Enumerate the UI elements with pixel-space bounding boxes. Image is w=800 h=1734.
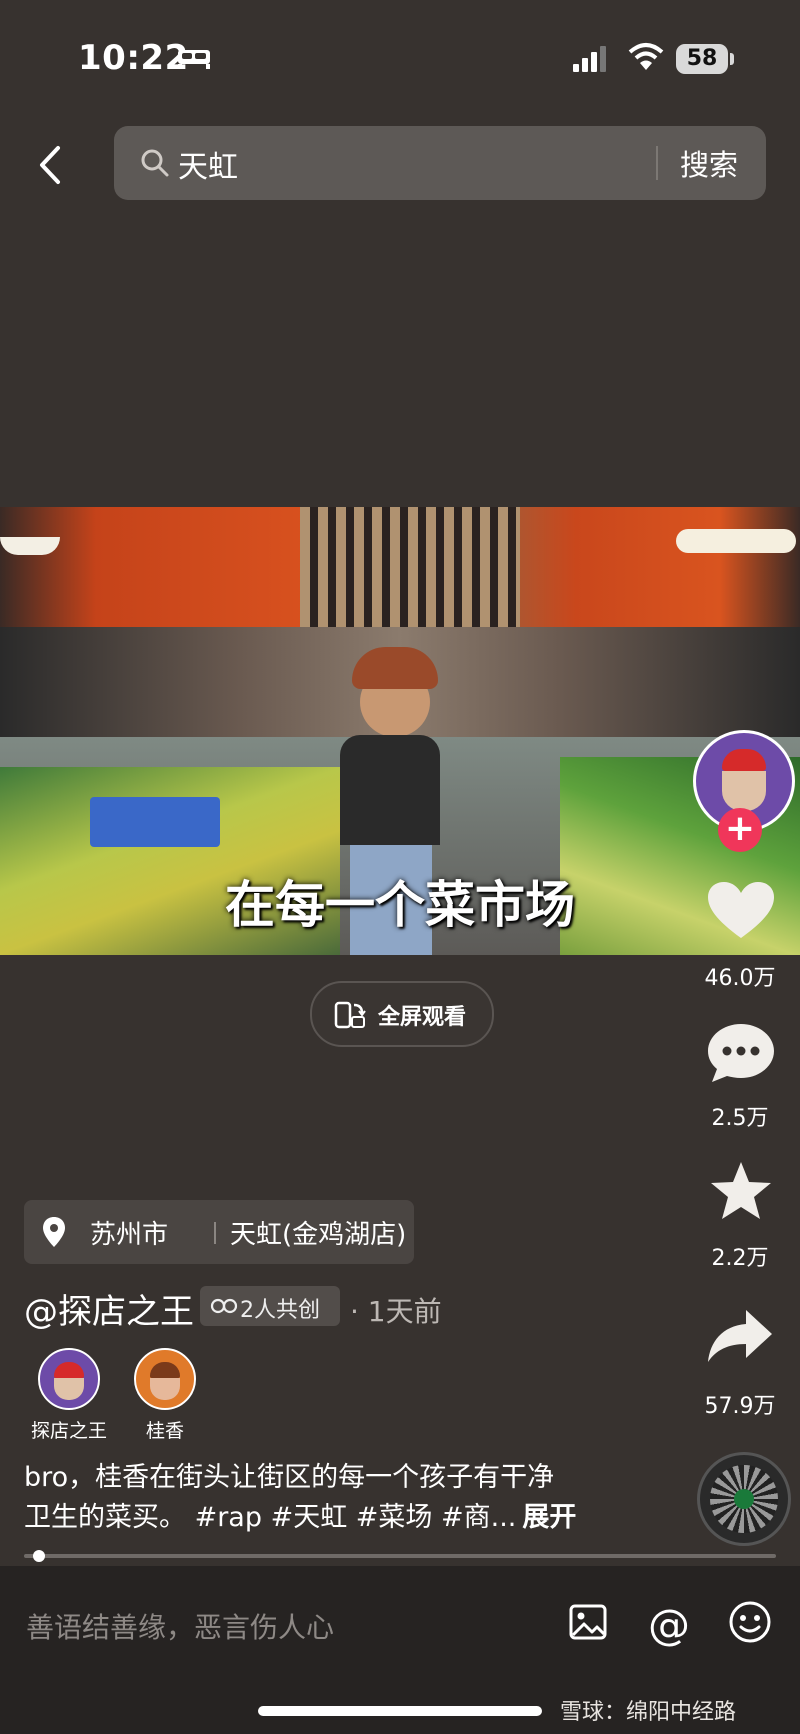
- emoji-icon[interactable]: [728, 1600, 772, 1644]
- favorite-star-icon[interactable]: [706, 1160, 776, 1222]
- location-separator: [214, 1222, 216, 1244]
- creator-avatar: [134, 1348, 196, 1410]
- creator-item[interactable]: 桂香: [110, 1348, 220, 1443]
- author-name[interactable]: @探店之王: [24, 1284, 194, 1333]
- search-divider: [656, 146, 658, 180]
- video-progress-bar[interactable]: [24, 1554, 776, 1558]
- comment-icon[interactable]: [706, 1022, 776, 1084]
- comment-input[interactable]: 善语结善缘，恶言伤人心: [26, 1606, 334, 1646]
- cellular-signal-icon: [573, 46, 606, 72]
- music-disc[interactable]: [697, 1452, 791, 1546]
- video-caption: 在每一个菜市场: [225, 876, 575, 934]
- description-line: bro，桂香在街头让街区的每一个孩子有干净: [24, 1462, 555, 1493]
- location-store: 天虹(金鸡湖店): [230, 1220, 407, 1250]
- fullscreen-button[interactable]: 全屏观看: [310, 981, 494, 1047]
- location-chip[interactable]: 苏州市 天虹(金鸡湖店): [24, 1200, 414, 1264]
- creator-name: 桂香: [145, 1420, 184, 1442]
- battery-indicator: 58: [676, 44, 728, 74]
- location-city: 苏州市: [90, 1220, 169, 1250]
- post-time: · 1天前: [350, 1295, 442, 1328]
- creator-name: 探店之王: [30, 1420, 107, 1442]
- status-time: 10:22: [78, 38, 189, 78]
- wifi-icon: [628, 43, 664, 70]
- produce-basket: [90, 797, 220, 847]
- search-query-text[interactable]: 天虹: [178, 142, 238, 186]
- comment-count: 2.5万: [711, 1106, 769, 1131]
- search-icon: [141, 149, 169, 177]
- home-indicator[interactable]: [258, 1706, 542, 1716]
- avatar-face: [722, 771, 766, 811]
- image-icon[interactable]: [568, 1602, 608, 1642]
- like-heart-icon[interactable]: [706, 880, 776, 942]
- link-icon: [210, 1298, 238, 1314]
- video-description: bro，桂香在街头让街区的每一个孩子有干净 卫生的菜买。 #rap #天虹 #菜…: [24, 1458, 664, 1538]
- disc-center: [734, 1489, 754, 1509]
- favorite-count: 2.2万: [711, 1246, 769, 1271]
- back-button[interactable]: [30, 140, 70, 190]
- search-button[interactable]: 搜索: [680, 142, 738, 184]
- fullscreen-label: 全屏观看: [378, 1005, 467, 1030]
- creator-item[interactable]: 探店之王: [14, 1348, 124, 1443]
- description-line: 卫生的菜买。 #rap #天虹 #菜场 #商... 展开: [24, 1498, 664, 1538]
- vendor-body: [340, 735, 440, 845]
- share-count: 57.9万: [704, 1394, 776, 1419]
- like-count: 46.0万: [704, 966, 776, 991]
- video-player[interactable]: 在每一个菜市场: [0, 507, 800, 955]
- expand-link[interactable]: 展开: [522, 1502, 576, 1533]
- description-text: 卫生的菜买。 #rap #天虹 #菜场 #商...: [24, 1502, 517, 1533]
- vendor-hair: [352, 647, 438, 689]
- avatar-hat: [722, 749, 766, 771]
- location-pin-icon: [43, 1217, 65, 1247]
- ceiling-lamp: [0, 537, 60, 555]
- sleep-focus-icon: [178, 50, 210, 69]
- battery-cap: [730, 53, 734, 65]
- ceiling-lamp: [676, 529, 796, 553]
- follow-button[interactable]: +: [718, 808, 762, 852]
- cocreate-label: 2人共创: [240, 1298, 320, 1323]
- rotate-screen-icon: [334, 1001, 366, 1029]
- creator-avatar: [38, 1348, 100, 1410]
- share-arrow-icon[interactable]: [706, 1306, 776, 1368]
- cocreate-badge[interactable]: 2人共创: [200, 1286, 340, 1326]
- mention-at-icon[interactable]: @: [648, 1600, 690, 1649]
- watermark: 雪球：绵阳中经路: [560, 1700, 737, 1725]
- progress-knob[interactable]: [33, 1550, 46, 1562]
